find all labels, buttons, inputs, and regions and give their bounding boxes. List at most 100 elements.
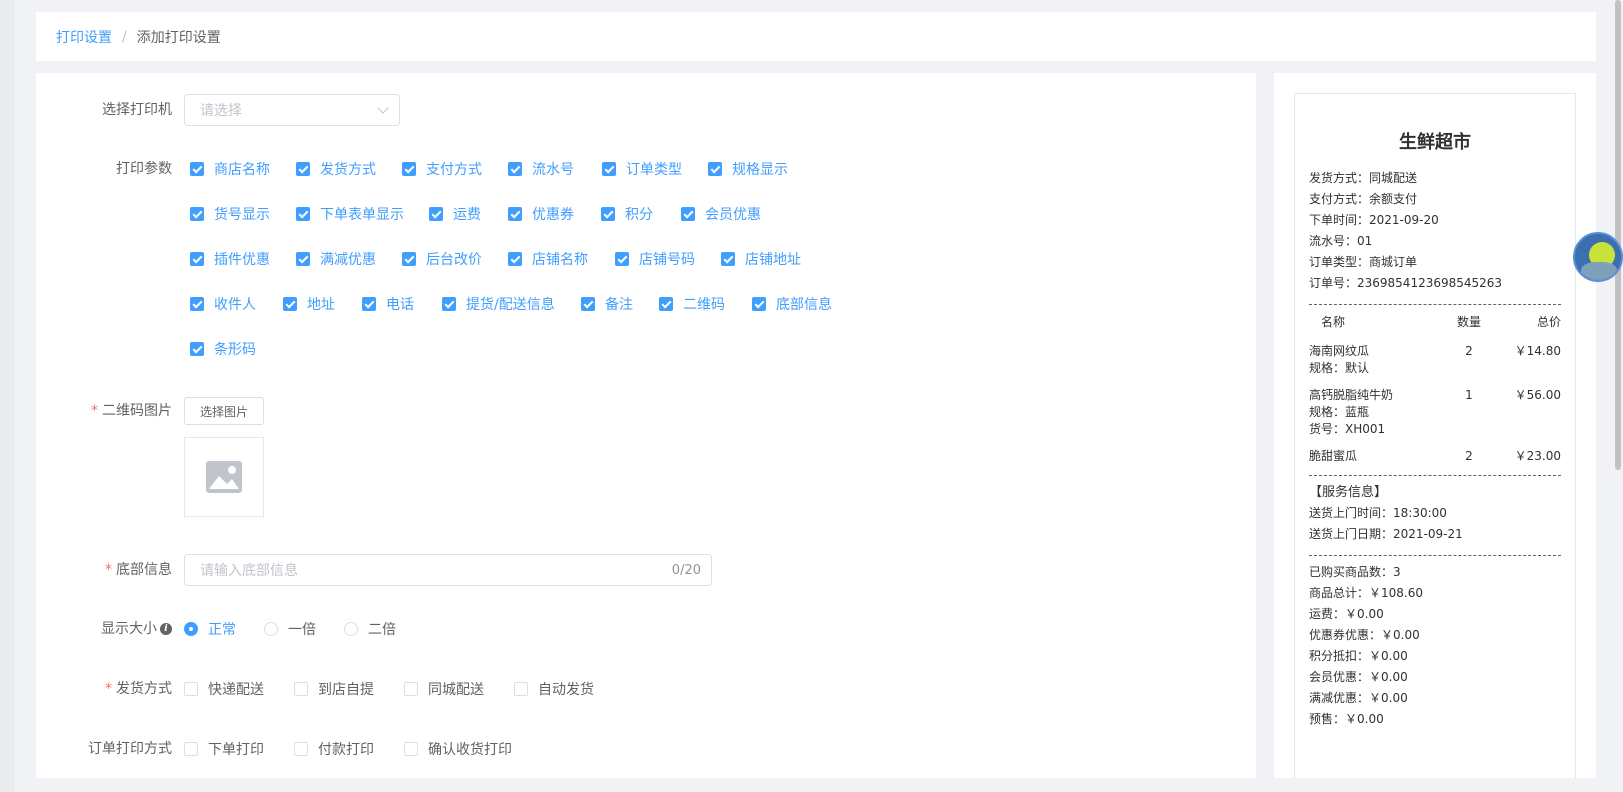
checkbox-option[interactable]: 电话 xyxy=(362,294,414,314)
checkbox-option[interactable]: 付款打印 xyxy=(294,739,374,759)
page-scrollbar[interactable] xyxy=(1615,0,1621,470)
checkbox-checked-icon[interactable] xyxy=(442,297,456,311)
checkbox-checked-icon[interactable] xyxy=(508,207,522,221)
print-params-row: 打印参数 xyxy=(36,159,184,179)
radio-option[interactable]: 正常 xyxy=(184,619,236,639)
checkbox-checked-icon[interactable] xyxy=(721,252,735,266)
radio-option[interactable]: 一倍 xyxy=(264,619,316,639)
checkbox-option[interactable]: 会员优惠 xyxy=(681,204,761,224)
image-placeholder[interactable] xyxy=(184,437,264,517)
checkbox-option[interactable]: 二维码 xyxy=(659,294,725,314)
checkbox-option[interactable]: 到店自提 xyxy=(294,679,374,699)
checkbox-option[interactable]: 插件优惠 xyxy=(190,249,270,269)
item-price: ￥14.80 xyxy=(1514,344,1561,358)
checkbox-checked-icon[interactable] xyxy=(508,252,522,266)
radio-icon[interactable] xyxy=(184,622,198,636)
checkbox-icon[interactable] xyxy=(514,682,528,696)
checkbox-checked-icon[interactable] xyxy=(296,207,310,221)
receipt-preview: 生鲜超市 发货方式：同城配送 支付方式：余额支付 下单时间：2021-09-20 流水… xyxy=(1294,93,1576,778)
checkbox-icon[interactable] xyxy=(184,742,198,756)
checkbox-label: 订单类型 xyxy=(626,162,682,178)
checkbox-option[interactable]: 运费 xyxy=(429,204,481,224)
checkbox-option[interactable]: 提货/配送信息 xyxy=(442,294,555,314)
receipt-title: 生鲜超市 xyxy=(1399,132,1471,153)
checkbox-icon[interactable] xyxy=(184,682,198,696)
checkbox-option[interactable]: 收件人 xyxy=(190,294,256,314)
checkbox-checked-icon[interactable] xyxy=(508,162,522,176)
checkbox-option[interactable]: 流水号 xyxy=(508,159,574,179)
receipt-info-line: 订单号：2369854123698545263 xyxy=(1309,276,1503,290)
checkbox-option[interactable]: 后台改价 xyxy=(402,249,482,269)
checkbox-checked-icon[interactable] xyxy=(190,207,204,221)
choose-image-button[interactable]: 选择图片 xyxy=(184,397,265,425)
checkbox-option[interactable]: 备注 xyxy=(581,294,633,314)
checkbox-label: 到店自提 xyxy=(318,682,374,698)
checkbox-label: 商店名称 xyxy=(214,162,270,178)
checkbox-checked-icon[interactable] xyxy=(708,162,722,176)
checkbox-checked-icon[interactable] xyxy=(681,207,695,221)
footer-info-input[interactable]: 请输入底部信息 0/20 xyxy=(184,554,712,586)
checkbox-option[interactable]: 店铺号码 xyxy=(615,249,695,269)
checkbox-checked-icon[interactable] xyxy=(190,342,204,356)
printer-select[interactable]: 请选择 xyxy=(184,94,400,126)
checkbox-checked-icon[interactable] xyxy=(362,297,376,311)
checkbox-icon[interactable] xyxy=(294,742,308,756)
checkbox-option[interactable]: 优惠券 xyxy=(508,204,574,224)
checkbox-icon[interactable] xyxy=(294,682,308,696)
user-avatar[interactable] xyxy=(1573,232,1623,282)
checkbox-option[interactable]: 下单打印 xyxy=(184,739,264,759)
radio-icon[interactable] xyxy=(264,622,278,636)
checkbox-option[interactable]: 订单类型 xyxy=(602,159,682,179)
checkbox-checked-icon[interactable] xyxy=(429,207,443,221)
service-line: 送货上门时间：18:30:00 xyxy=(1309,506,1447,520)
checkbox-checked-icon[interactable] xyxy=(283,297,297,311)
checkbox-checked-icon[interactable] xyxy=(752,297,766,311)
info-icon[interactable]: i xyxy=(160,623,172,635)
display-size-radio-group: 正常 一倍 二倍 xyxy=(184,619,424,639)
checkbox-checked-icon[interactable] xyxy=(615,252,629,266)
checkbox-checked-icon[interactable] xyxy=(402,162,416,176)
checkbox-checked-icon[interactable] xyxy=(296,252,310,266)
checkbox-checked-icon[interactable] xyxy=(659,297,673,311)
checkbox-option[interactable]: 店铺名称 xyxy=(508,249,588,269)
checkbox-checked-icon[interactable] xyxy=(402,252,416,266)
checkbox-option[interactable]: 规格显示 xyxy=(708,159,788,179)
checkbox-option[interactable]: 地址 xyxy=(283,294,335,314)
checkbox-option[interactable]: 自动发货 xyxy=(514,679,594,699)
checkbox-checked-icon[interactable] xyxy=(190,162,204,176)
checkbox-icon[interactable] xyxy=(404,742,418,756)
checkbox-option[interactable]: 条形码 xyxy=(190,339,256,359)
order-print-checkbox-group: 下单打印 付款打印 确认收货打印 xyxy=(184,739,542,759)
checkbox-option[interactable]: 店铺地址 xyxy=(721,249,801,269)
checkbox-checked-icon[interactable] xyxy=(581,297,595,311)
summary-line: 预售：￥0.00 xyxy=(1309,712,1384,726)
checkbox-option[interactable]: 快递配送 xyxy=(184,679,264,699)
checkbox-checked-icon[interactable] xyxy=(602,162,616,176)
checkbox-option[interactable]: 同城配送 xyxy=(404,679,484,699)
checkbox-checked-icon[interactable] xyxy=(190,252,204,266)
checkbox-option[interactable]: 发货方式 xyxy=(296,159,376,179)
printer-label: 选择打印机 xyxy=(102,102,172,118)
radio-icon[interactable] xyxy=(344,622,358,636)
checkbox-checked-icon[interactable] xyxy=(601,207,615,221)
checkbox-label: 店铺名称 xyxy=(532,252,588,268)
radio-option[interactable]: 二倍 xyxy=(344,619,396,639)
checkbox-label: 插件优惠 xyxy=(214,252,270,268)
checkbox-icon[interactable] xyxy=(404,682,418,696)
checkbox-checked-icon[interactable] xyxy=(296,162,310,176)
checkbox-option[interactable]: 货号显示 xyxy=(190,204,270,224)
checkbox-option[interactable]: 满减优惠 xyxy=(296,249,376,269)
checkbox-checked-icon[interactable] xyxy=(190,297,204,311)
shipping-checkbox-group: 快递配送 到店自提 同城配送 自动发货 xyxy=(184,679,624,699)
receipt-item-name: 高钙脱脂纯牛奶 规格：蓝瓶 货号：XH001 xyxy=(1309,387,1449,438)
item-detail: 规格：默认 xyxy=(1309,361,1370,375)
checkbox-option[interactable]: 确认收货打印 xyxy=(404,739,512,759)
checkbox-option[interactable]: 商店名称 xyxy=(190,159,270,179)
breadcrumb-link-print-settings[interactable]: 打印设置 xyxy=(56,27,112,47)
checkbox-option[interactable]: 底部信息 xyxy=(752,294,832,314)
summary-line: 会员优惠：￥0.00 xyxy=(1309,670,1408,684)
checkbox-option[interactable]: 支付方式 xyxy=(402,159,482,179)
receipt-item: 海南网纹瓜 规格：默认 2 ￥14.80 xyxy=(1309,343,1561,377)
checkbox-option[interactable]: 积分 xyxy=(601,204,653,224)
checkbox-option[interactable]: 下单表单显示 xyxy=(296,204,404,224)
